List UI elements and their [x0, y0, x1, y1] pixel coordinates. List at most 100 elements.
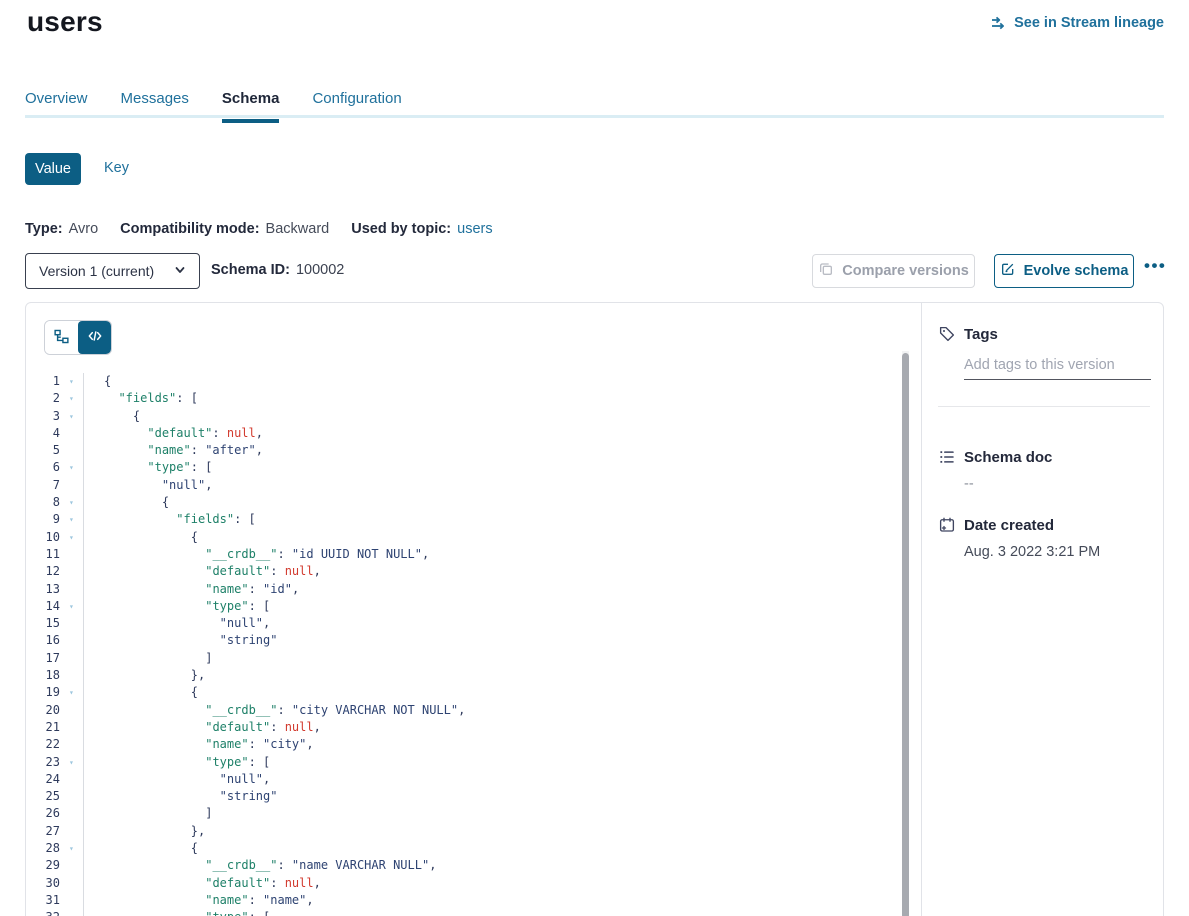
more-actions-button[interactable]: •••	[1144, 256, 1166, 276]
line-number: 1	[26, 373, 60, 390]
editor-scrollbar-thumb[interactable]	[902, 353, 909, 916]
code-line: 6▾"type": [	[26, 459, 902, 476]
line-number: 19	[26, 684, 60, 701]
fold-spacer	[60, 650, 84, 667]
line-number: 10	[26, 529, 60, 546]
code-line: 2▾"fields": [	[26, 390, 902, 407]
line-number: 20	[26, 702, 60, 719]
code-view-button[interactable]	[78, 321, 111, 354]
code-line: 27},	[26, 823, 902, 840]
line-number: 16	[26, 632, 60, 649]
value-toggle-button[interactable]: Value	[25, 153, 81, 185]
schema-id: Schema ID: 100002	[211, 262, 344, 278]
fold-spacer	[60, 632, 84, 649]
line-number: 28	[26, 840, 60, 857]
code-text: "default": null,	[84, 875, 902, 892]
tab-overview[interactable]: Overview	[25, 90, 88, 123]
line-number: 18	[26, 667, 60, 684]
schema-doc-value: --	[964, 476, 1150, 492]
code-line: 10▾{	[26, 529, 902, 546]
compatibility-value: Backward	[266, 221, 330, 237]
used-by-topic-link[interactable]: users	[457, 221, 492, 237]
line-number: 14	[26, 598, 60, 615]
code-text: {	[84, 529, 902, 546]
schema-card: 1▾{2▾"fields": [3▾{4"default": null,5"na…	[25, 302, 1164, 916]
tags-title: Tags	[964, 326, 998, 343]
code-line: 29"__crdb__": "name VARCHAR NULL",	[26, 857, 902, 874]
compare-versions-icon	[818, 261, 834, 281]
type-label: Type:	[25, 221, 63, 237]
date-created-section: Date created Aug. 3 2022 3:21 PM	[938, 516, 1150, 560]
fold-spacer	[60, 857, 84, 874]
compare-versions-button[interactable]: Compare versions	[812, 254, 975, 288]
schema-doc-title: Schema doc	[964, 449, 1052, 466]
page-title: users	[27, 6, 103, 38]
evolve-schema-button[interactable]: Evolve schema	[994, 254, 1134, 288]
fold-toggle-icon[interactable]: ▾	[60, 754, 84, 771]
code-text: "type": [	[84, 459, 902, 476]
fold-toggle-icon[interactable]: ▾	[60, 684, 84, 701]
code-line: 22"name": "city",	[26, 736, 902, 753]
line-number: 29	[26, 857, 60, 874]
version-select-value: Version 1 (current)	[39, 263, 154, 279]
tab-configuration[interactable]: Configuration	[312, 90, 401, 123]
tab-bar: Overview Messages Schema Configuration	[25, 90, 402, 123]
line-number: 2	[26, 390, 60, 407]
tab-schema[interactable]: Schema	[222, 90, 280, 123]
fold-toggle-icon[interactable]: ▾	[60, 373, 84, 390]
line-number: 7	[26, 477, 60, 494]
version-select[interactable]: Version 1 (current)	[25, 253, 200, 289]
tag-icon	[938, 325, 956, 343]
fold-spacer	[60, 892, 84, 909]
fold-spacer	[60, 702, 84, 719]
fold-spacer	[60, 667, 84, 684]
line-number: 11	[26, 546, 60, 563]
fold-toggle-icon[interactable]: ▾	[60, 390, 84, 407]
schema-meta-row: Type: Avro Compatibility mode: Backward …	[25, 221, 493, 237]
tree-view-button[interactable]	[45, 321, 78, 354]
fold-toggle-icon[interactable]: ▾	[60, 459, 84, 476]
code-text: ]	[84, 805, 902, 822]
stream-lineage-link[interactable]: See in Stream lineage	[989, 14, 1164, 32]
code-text: "string"	[84, 632, 902, 649]
fold-toggle-icon[interactable]: ▾	[60, 909, 84, 916]
line-number: 24	[26, 771, 60, 788]
code-text: "name": "city",	[84, 736, 902, 753]
fold-spacer	[60, 823, 84, 840]
code-line: 4"default": null,	[26, 425, 902, 442]
schema-doc-section: Schema doc --	[938, 448, 1150, 492]
stream-lineage-icon	[989, 14, 1007, 32]
fold-toggle-icon[interactable]: ▾	[60, 494, 84, 511]
tags-input[interactable]	[964, 357, 1151, 380]
fold-toggle-icon[interactable]: ▾	[60, 529, 84, 546]
code-line: 21"default": null,	[26, 719, 902, 736]
code-text: },	[84, 823, 902, 840]
compatibility-label: Compatibility mode:	[120, 221, 259, 237]
code-editor[interactable]: 1▾{2▾"fields": [3▾{4"default": null,5"na…	[26, 373, 902, 916]
code-line: 30"default": null,	[26, 875, 902, 892]
key-toggle-link[interactable]: Key	[104, 160, 129, 176]
fold-toggle-icon[interactable]: ▾	[60, 840, 84, 857]
code-text: "name": "after",	[84, 442, 902, 459]
code-line: 9▾"fields": [	[26, 511, 902, 528]
code-line: 32▾"type": [	[26, 909, 902, 916]
fold-toggle-icon[interactable]: ▾	[60, 598, 84, 615]
line-number: 6	[26, 459, 60, 476]
code-line: 3▾{	[26, 408, 902, 425]
compare-versions-label: Compare versions	[842, 263, 969, 279]
tabs-underline-rule	[25, 115, 1164, 118]
line-number: 26	[26, 805, 60, 822]
code-text: {	[84, 494, 902, 511]
line-number: 12	[26, 563, 60, 580]
line-number: 31	[26, 892, 60, 909]
fold-spacer	[60, 563, 84, 580]
code-line: 8▾{	[26, 494, 902, 511]
type-value: Avro	[69, 221, 99, 237]
chevron-down-icon	[174, 263, 186, 279]
line-number: 25	[26, 788, 60, 805]
fold-toggle-icon[interactable]: ▾	[60, 511, 84, 528]
line-number: 8	[26, 494, 60, 511]
fold-toggle-icon[interactable]: ▾	[60, 408, 84, 425]
stream-lineage-label: See in Stream lineage	[1014, 15, 1164, 31]
tab-messages[interactable]: Messages	[121, 90, 189, 123]
